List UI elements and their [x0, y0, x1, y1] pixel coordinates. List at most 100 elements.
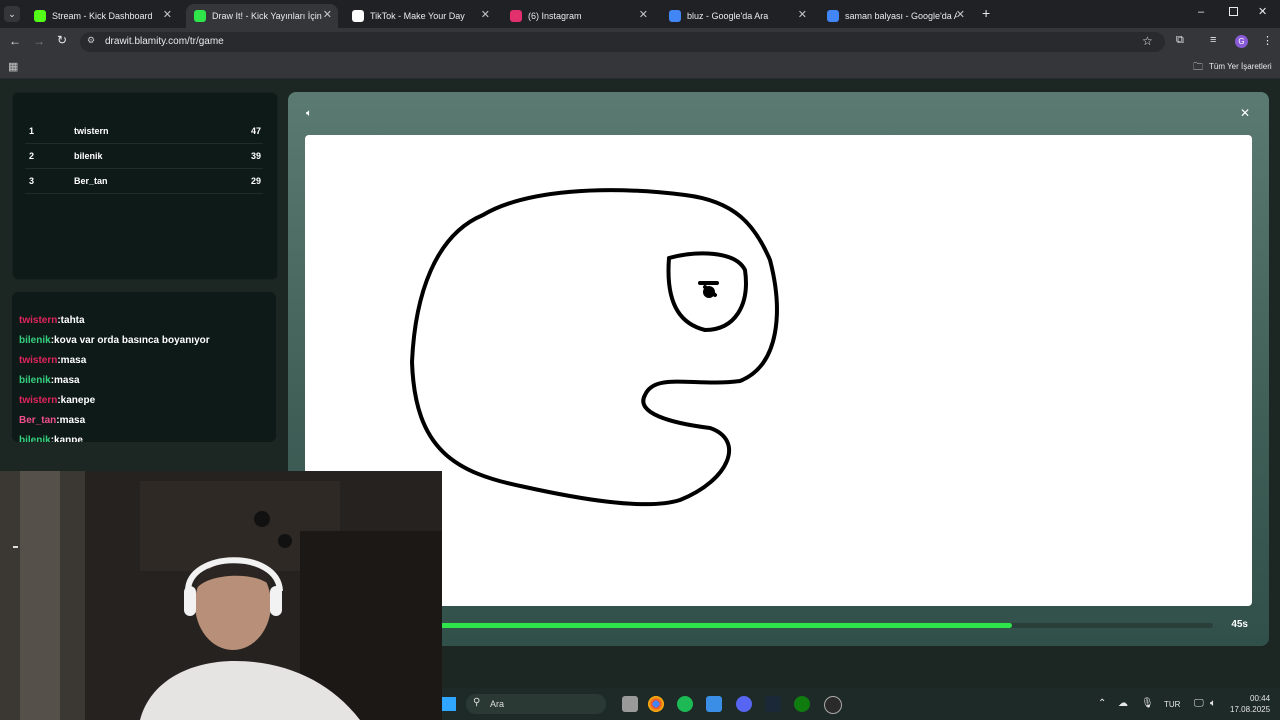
tab-search-button[interactable]: ⌄: [4, 6, 20, 22]
file-explorer-icon[interactable]: [622, 696, 638, 712]
leaderboard-score: 47: [250, 126, 261, 136]
leaderboard-panel: 1 twistern 47 2 bilenik 39 3 Ber_tan 29: [12, 92, 278, 280]
chat-text: :masa: [56, 415, 86, 426]
chat-username: bilenik: [19, 335, 51, 346]
chat-message: twistern:masa: [19, 355, 86, 366]
kick-icon: [34, 10, 46, 22]
tab-title: TikTok - Make Your Day: [370, 11, 465, 21]
chrome-menu-icon[interactable]: ⋮: [1262, 34, 1273, 47]
drawing-stroke-outline: [410, 188, 779, 507]
close-icon[interactable]: ✕: [1240, 106, 1250, 120]
close-window-button[interactable]: ✕: [1258, 5, 1267, 18]
apps-grid-icon[interactable]: ▦: [8, 60, 18, 73]
chat-text: :masa: [57, 355, 87, 366]
tiktok-icon: [352, 10, 364, 22]
clock-date[interactable]: 17.08.2025: [1230, 705, 1270, 714]
tab-close-icon[interactable]: ✕: [639, 8, 648, 21]
tray-chevron-icon[interactable]: ⌃: [1098, 698, 1106, 709]
new-tab-button[interactable]: +: [982, 5, 990, 21]
address-bar[interactable]: ⚙ drawit.blamity.com/tr/game: [80, 32, 1165, 52]
chrome-icon[interactable]: [648, 696, 664, 712]
profile-avatar[interactable]: G: [1235, 35, 1248, 48]
chat-username: Ber_tan: [19, 415, 57, 426]
tab-2[interactable]: Draw It! - Kick Yayınları İçin Çizi✕: [186, 4, 338, 28]
leaderboard-rank: 3: [29, 176, 35, 186]
chat-message: Ber_tan:masa: [19, 415, 85, 426]
taskbar-search[interactable]: ⚲ Ara: [466, 694, 606, 714]
chat-message: bilenik:masa: [19, 375, 80, 386]
search-icon: ⚲: [473, 697, 481, 708]
tab-title: Draw It! - Kick Yayınları İçin Çizi: [212, 11, 324, 21]
tab-close-icon[interactable]: ✕: [323, 8, 332, 21]
network-icon[interactable]: 🖵︎: [1194, 698, 1204, 709]
discord-icon[interactable]: [736, 696, 752, 712]
minimize-button[interactable]: –: [1198, 6, 1204, 18]
google-icon: [669, 10, 681, 22]
store-icon[interactable]: [706, 696, 722, 712]
drawit-icon: [194, 10, 206, 22]
webcam-overlay: [0, 471, 442, 720]
tab-close-icon[interactable]: ✕: [481, 8, 490, 21]
google-icon: [827, 10, 839, 22]
back-icon[interactable]: ←: [9, 34, 21, 48]
chat-username: bilenik: [19, 435, 51, 442]
extensions-icon[interactable]: ⧉: [1176, 34, 1184, 47]
tab-title: bluz - Google'da Ara: [687, 11, 769, 21]
leaderboard-name: twistern: [74, 126, 109, 136]
steam-icon[interactable]: [765, 696, 781, 712]
windows-taskbar: ⚲ Ara ⌃ ☁ 🎙︎ TUR 🖵︎ 🔈︎ 00:44 17.08.2025: [442, 688, 1280, 720]
tab-close-icon[interactable]: ✕: [798, 8, 807, 21]
chat-text: :masa: [50, 375, 80, 386]
chat-message: twistern:tahta: [19, 315, 85, 326]
all-bookmarks-link[interactable]: Tüm Yer İşaretleri: [1209, 62, 1272, 71]
reload-icon[interactable]: ↻: [57, 33, 67, 47]
xbox-icon[interactable]: [794, 696, 810, 712]
tab-5[interactable]: bluz - Google'da Ara ✕: [661, 4, 813, 28]
tab-6[interactable]: saman balyası - Google'da Ara ✕: [819, 4, 971, 28]
leaderboard-row: 2 bilenik 39: [25, 144, 263, 169]
clock-time[interactable]: 00:44: [1250, 694, 1270, 703]
browser-tab-bar: ⌄ Stream - Kick Dashboard ✕ Draw It! - Kic…: [0, 0, 1280, 28]
chat-username: bilenik: [19, 375, 51, 386]
tab-4[interactable]: (6) Instagram ✕: [502, 4, 654, 28]
media-control-icon[interactable]: ≡: [1210, 34, 1216, 46]
timer-label: 45s: [1231, 619, 1248, 630]
leaderboard-rank: 2: [29, 151, 35, 161]
drawing-pupil-dot: [703, 286, 715, 298]
forward-icon[interactable]: →: [33, 34, 45, 48]
spotify-icon[interactable]: [677, 696, 693, 712]
chat-text: :kanepe: [57, 395, 96, 406]
tab-3[interactable]: TikTok - Make Your Day ✕: [344, 4, 496, 28]
obs-icon[interactable]: [824, 696, 842, 714]
drawing-canvas[interactable]: [305, 135, 1252, 606]
windows-start-icon[interactable]: [442, 697, 456, 711]
chat-message: twistern:kanepe: [19, 395, 95, 406]
onedrive-icon[interactable]: ☁: [1118, 698, 1128, 709]
tab-1[interactable]: Stream - Kick Dashboard ✕: [26, 4, 178, 28]
search-placeholder: Ara: [490, 699, 505, 709]
chat-message: bilenik:kanpe: [19, 435, 83, 442]
chat-text: :kova var orda basınca boyanıyor: [50, 335, 210, 346]
leaderboard-score: 39: [250, 151, 261, 161]
leaderboard-name: Ber_tan: [74, 176, 108, 186]
chat-message: bilenik:kova var orda basınca boyanıyor: [19, 335, 210, 346]
bookmark-star-icon[interactable]: ☆: [1142, 34, 1153, 48]
chat-panel: twistern:tahta bilenik:kova var orda bası…: [12, 292, 276, 442]
folder-icon: 🗀: [1193, 62, 1203, 73]
chat-username: twistern: [19, 315, 58, 326]
tab-close-icon[interactable]: ✕: [163, 8, 172, 21]
leaderboard-row: 1 twistern 47: [25, 119, 263, 144]
tab-close-icon[interactable]: ✕: [956, 8, 965, 21]
url-text: drawit.blamity.com/tr/game: [105, 36, 224, 47]
instagram-icon: [510, 10, 522, 22]
chat-text: :kanpe: [50, 435, 83, 442]
tab-title: (6) Instagram: [528, 11, 582, 21]
sound-icon[interactable]: 🔈︎: [306, 108, 312, 119]
language-indicator[interactable]: TUR: [1164, 700, 1180, 709]
leaderboard-name: bilenik: [74, 151, 103, 161]
restore-button[interactable]: [1229, 7, 1238, 16]
volume-icon[interactable]: 🔈︎: [1210, 698, 1216, 709]
microphone-icon[interactable]: 🎙︎: [1141, 698, 1154, 709]
site-info-icon[interactable]: ⚙: [87, 35, 95, 46]
tab-title: saman balyası - Google'da Ara: [845, 11, 957, 21]
